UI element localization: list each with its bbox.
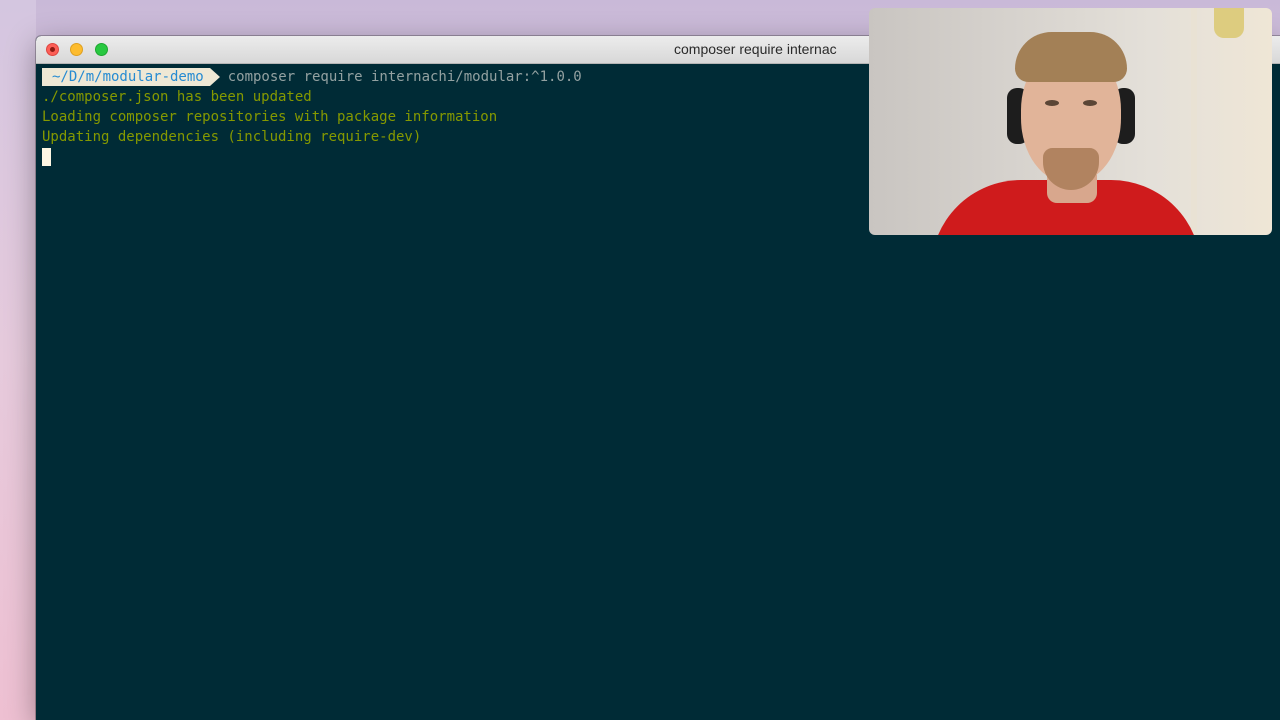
background-shelf <box>1191 8 1197 235</box>
desktop-background <box>0 0 36 720</box>
minimize-window-button[interactable] <box>70 43 83 56</box>
presenter-eye <box>1083 100 1097 106</box>
webcam-overlay <box>869 8 1272 235</box>
command-text: composer require internachi/modular:^1.0… <box>227 69 582 85</box>
terminal-cursor <box>42 148 51 166</box>
presenter-hair <box>1015 32 1127 82</box>
maximize-window-button[interactable] <box>95 43 108 56</box>
presenter-eye <box>1045 100 1059 106</box>
close-window-button[interactable] <box>46 43 59 56</box>
window-title: composer require internac <box>674 41 837 57</box>
prompt-path: ~/D/m/modular-demo <box>42 68 220 86</box>
background-object <box>1214 8 1244 38</box>
